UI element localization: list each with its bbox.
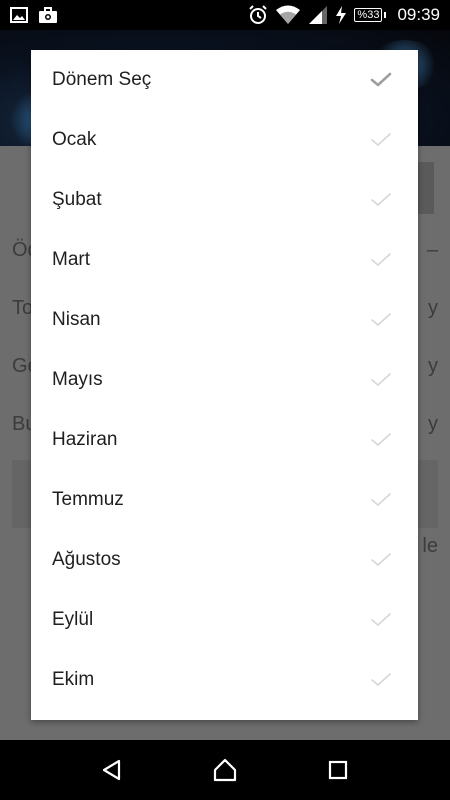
dialog-option[interactable]: Ocak: [31, 110, 418, 170]
checkmark-icon: [370, 312, 392, 328]
dialog-option[interactable]: Haziran: [31, 410, 418, 470]
dialog-option-label: Eylül: [52, 609, 94, 630]
background-button: [416, 162, 434, 214]
dialog-option[interactable]: Temmuz: [31, 470, 418, 530]
dialog-option-label: Nisan: [52, 309, 101, 330]
checkmark-icon: [370, 192, 392, 208]
checkmark-icon: [370, 132, 392, 148]
dialog-title: Dönem Seç: [52, 69, 152, 90]
status-bar: %33 09:39: [0, 0, 450, 30]
background-row-value: y: [428, 413, 438, 435]
status-left: [10, 6, 58, 24]
briefcase-icon: [38, 6, 58, 24]
dialog-option-label: Haziran: [52, 429, 118, 450]
back-icon[interactable]: [92, 750, 132, 790]
period-select-dialog: Dönem Seç Ocak Şubat Mart Nisan Mayıs Haziran…: [31, 50, 418, 720]
dialog-option-label: Mart: [52, 249, 90, 270]
checkmark-icon: [370, 72, 392, 88]
dialog-option[interactable]: Ağustos: [31, 530, 418, 590]
battery-level: %33: [354, 8, 383, 22]
checkmark-icon: [370, 432, 392, 448]
background-card-text: le: [422, 535, 438, 557]
dialog-option[interactable]: Şubat: [31, 170, 418, 230]
dialog-option-label: Temmuz: [52, 489, 124, 510]
dialog-option[interactable]: Ekim: [31, 650, 418, 710]
background-row-value: y: [428, 355, 438, 377]
background-row-value: –: [426, 239, 438, 261]
recents-icon[interactable]: [318, 750, 358, 790]
battery-tip: [384, 12, 387, 18]
checkmark-icon: [370, 552, 392, 568]
home-icon[interactable]: [205, 750, 245, 790]
dialog-option-label: Ekim: [52, 669, 95, 690]
dialog-option[interactable]: Mayıs: [31, 350, 418, 410]
charging-icon: [335, 5, 347, 25]
image-icon: [10, 7, 28, 23]
dialog-option-label: Ocak: [52, 129, 97, 150]
status-right: %33 09:39: [248, 5, 440, 25]
signal-icon: [308, 5, 328, 25]
checkmark-icon: [370, 252, 392, 268]
checkmark-icon: [370, 492, 392, 508]
dialog-option[interactable]: Mart: [31, 230, 418, 290]
alarm-icon: [248, 5, 268, 25]
dialog-item-donem-sec[interactable]: Dönem Seç: [31, 50, 418, 110]
background-row-value: y: [428, 297, 438, 319]
dialog-option-label: Şubat: [52, 189, 102, 210]
dialog-option[interactable]: Eylül: [31, 590, 418, 650]
checkmark-icon: [370, 672, 392, 688]
dialog-option-label: Mayıs: [52, 369, 103, 390]
dialog-option-label: Ağustos: [52, 549, 121, 570]
dialog-option[interactable]: Nisan: [31, 290, 418, 350]
checkmark-icon: [370, 612, 392, 628]
clock: 09:39: [397, 5, 440, 24]
checkmark-icon: [370, 372, 392, 388]
background-row-label: To: [12, 297, 34, 319]
wifi-icon: [275, 5, 301, 25]
navigation-bar: [0, 740, 450, 800]
battery-indicator: %33: [354, 8, 387, 22]
screen: %33 09:39 Öd – To y Ge y Bu y le Dönem S…: [0, 0, 450, 800]
